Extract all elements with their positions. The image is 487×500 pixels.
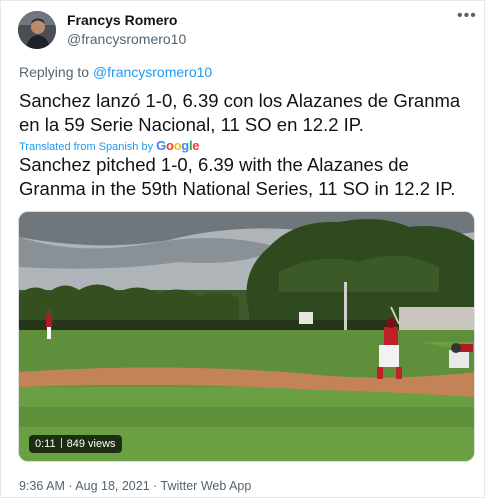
author-name[interactable]: Francys Romero <box>67 12 177 28</box>
avatar[interactable] <box>18 11 56 49</box>
video-views: 849 views <box>66 438 116 450</box>
reply-to-link[interactable]: @francysromero10 <box>93 64 212 80</box>
tweet-timestamp[interactable]: 9:36 AM · Aug 18, 2021 · Twitter Web App <box>19 479 251 493</box>
video-player[interactable]: 0:11 849 views <box>18 211 475 462</box>
video-thumbnail <box>19 212 474 461</box>
tweet-text: Sanchez lanzó 1-0, 6.39 con los Alazanes… <box>19 90 461 135</box>
translated-text: Sanchez pitched 1-0, 6.39 with the Alaza… <box>19 154 456 199</box>
video-info-badge: 0:11 849 views <box>29 435 122 453</box>
reply-prefix: Replying to <box>19 64 90 80</box>
more-icon[interactable]: ••• <box>457 8 479 25</box>
video-duration: 0:11 <box>35 438 56 450</box>
tweet-card: Francys Romero @francysromero10 ••• Repl… <box>0 0 485 498</box>
reply-context: Replying to @francysromero10 <box>19 64 212 80</box>
translated-label: Translated from Spanish by <box>19 141 154 153</box>
translation-attribution: Translated from Spanish by Google <box>19 138 200 153</box>
author-handle[interactable]: @francysromero10 <box>67 31 186 47</box>
google-logo: Google <box>156 138 200 153</box>
